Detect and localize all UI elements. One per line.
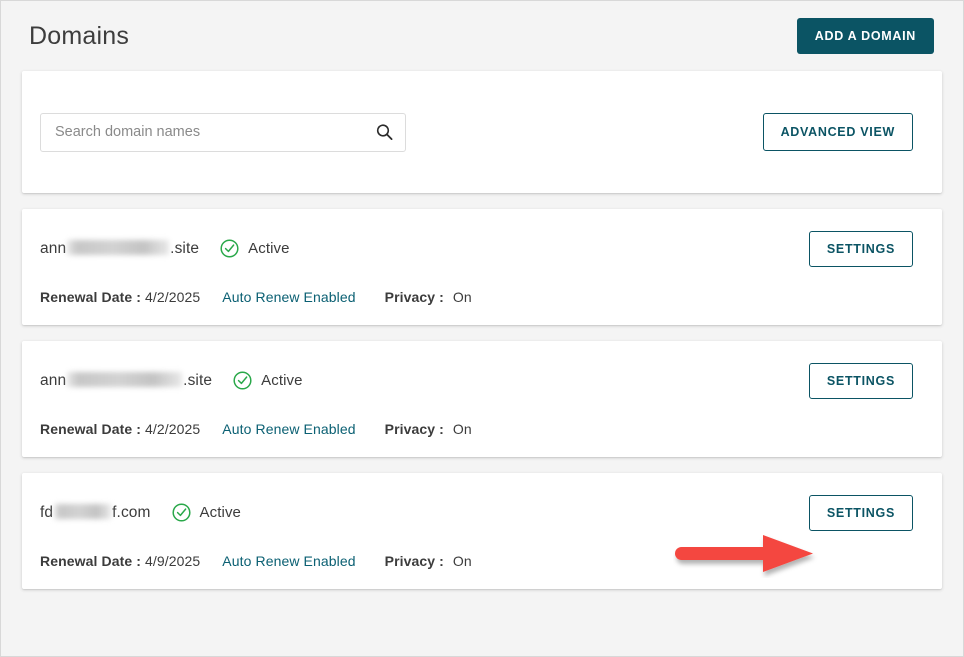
search-field-wrapper: [40, 112, 406, 152]
privacy-label: Privacy :: [384, 420, 444, 437]
domain-name-prefix: ann: [40, 239, 67, 257]
domain-name-redacted: [67, 239, 170, 255]
add-a-domain-button[interactable]: ADD A DOMAIN: [796, 18, 934, 54]
domain-meta: Renewal Date : 4/2/2025 Auto Renew Enabl…: [40, 289, 913, 305]
domain-name-redacted: [54, 503, 112, 519]
domain-meta: Renewal Date : 4/2/2025 Auto Renew Enabl…: [40, 421, 913, 437]
renewal-date-label: Renewal Date :: [40, 552, 141, 569]
renewal-date-label: Renewal Date :: [40, 420, 141, 437]
renewal-date: Renewal Date : 4/2/2025: [40, 421, 200, 437]
domain-name-and-status: ann .site Active: [40, 231, 290, 258]
domain-name: ann .site: [40, 239, 200, 258]
domain-name: ann .site: [40, 371, 213, 390]
page-header: Domains ADD A DOMAIN: [1, 1, 963, 71]
auto-renew-link[interactable]: Auto Renew Enabled: [222, 289, 355, 305]
privacy-label: Privacy :: [384, 552, 444, 569]
auto-renew-link[interactable]: Auto Renew Enabled: [222, 553, 355, 569]
privacy-value: On: [452, 552, 472, 569]
privacy-status: Privacy : On: [385, 553, 472, 569]
check-circle-icon: [220, 239, 239, 258]
domain-name-redacted: [67, 371, 183, 387]
check-circle-icon: [233, 371, 252, 390]
domain-card: ann .site Active SETTINGS Renewal Date : …: [22, 341, 942, 457]
status-label: Active: [248, 240, 290, 257]
check-circle-icon: [171, 503, 191, 522]
settings-button[interactable]: SETTINGS: [808, 495, 913, 531]
status-label: Active: [199, 504, 241, 521]
status-badge: Active: [233, 371, 302, 390]
domains-page: { "header": { "title": "Domains", "add_d…: [0, 0, 964, 657]
domain-card: fd f.com Active SETTINGS Renewal Date : 4…: [22, 473, 942, 589]
domain-name: fd f.com: [40, 503, 151, 522]
domain-card-header: fd f.com Active SETTINGS: [40, 495, 913, 531]
domain-name-suffix: .site: [170, 239, 200, 257]
privacy-label: Privacy :: [384, 288, 444, 305]
domain-name-suffix: .site: [183, 371, 213, 389]
domain-name-suffix: f.com: [112, 503, 151, 521]
search-card: ADVANCED VIEW: [22, 71, 942, 193]
renewal-date-value: 4/2/2025: [145, 288, 201, 305]
privacy-status: Privacy : On: [385, 289, 472, 305]
renewal-date-value: 4/2/2025: [145, 420, 201, 437]
settings-button[interactable]: SETTINGS: [808, 363, 913, 399]
advanced-view-button[interactable]: ADVANCED VIEW: [762, 113, 913, 151]
domain-name-prefix: ann: [40, 371, 67, 389]
auto-renew-link[interactable]: Auto Renew Enabled: [222, 421, 355, 437]
privacy-value: On: [452, 420, 472, 437]
settings-button[interactable]: SETTINGS: [808, 231, 913, 267]
renewal-date: Renewal Date : 4/9/2025: [40, 553, 200, 569]
renewal-date-label: Renewal Date :: [40, 288, 141, 305]
domain-meta: Renewal Date : 4/9/2025 Auto Renew Enabl…: [40, 553, 913, 569]
privacy-status: Privacy : On: [385, 421, 472, 437]
domain-name-and-status: ann .site Active: [40, 363, 303, 390]
status-label: Active: [261, 372, 303, 389]
domain-card-header: ann .site Active SETTINGS: [40, 363, 913, 399]
domain-name-prefix: fd: [40, 503, 54, 521]
domain-card-header: ann .site Active SETTINGS: [40, 231, 913, 267]
renewal-date-value: 4/9/2025: [145, 552, 201, 569]
page-title: Domains: [29, 21, 130, 50]
status-badge: Active: [220, 239, 289, 258]
domain-card: ann .site Active SETTINGS Renewal Date : …: [22, 209, 942, 325]
privacy-value: On: [452, 288, 472, 305]
domain-name-and-status: fd f.com Active: [40, 495, 241, 522]
status-badge: Active: [171, 503, 241, 522]
search-input[interactable]: [40, 112, 406, 152]
renewal-date: Renewal Date : 4/2/2025: [40, 289, 200, 305]
